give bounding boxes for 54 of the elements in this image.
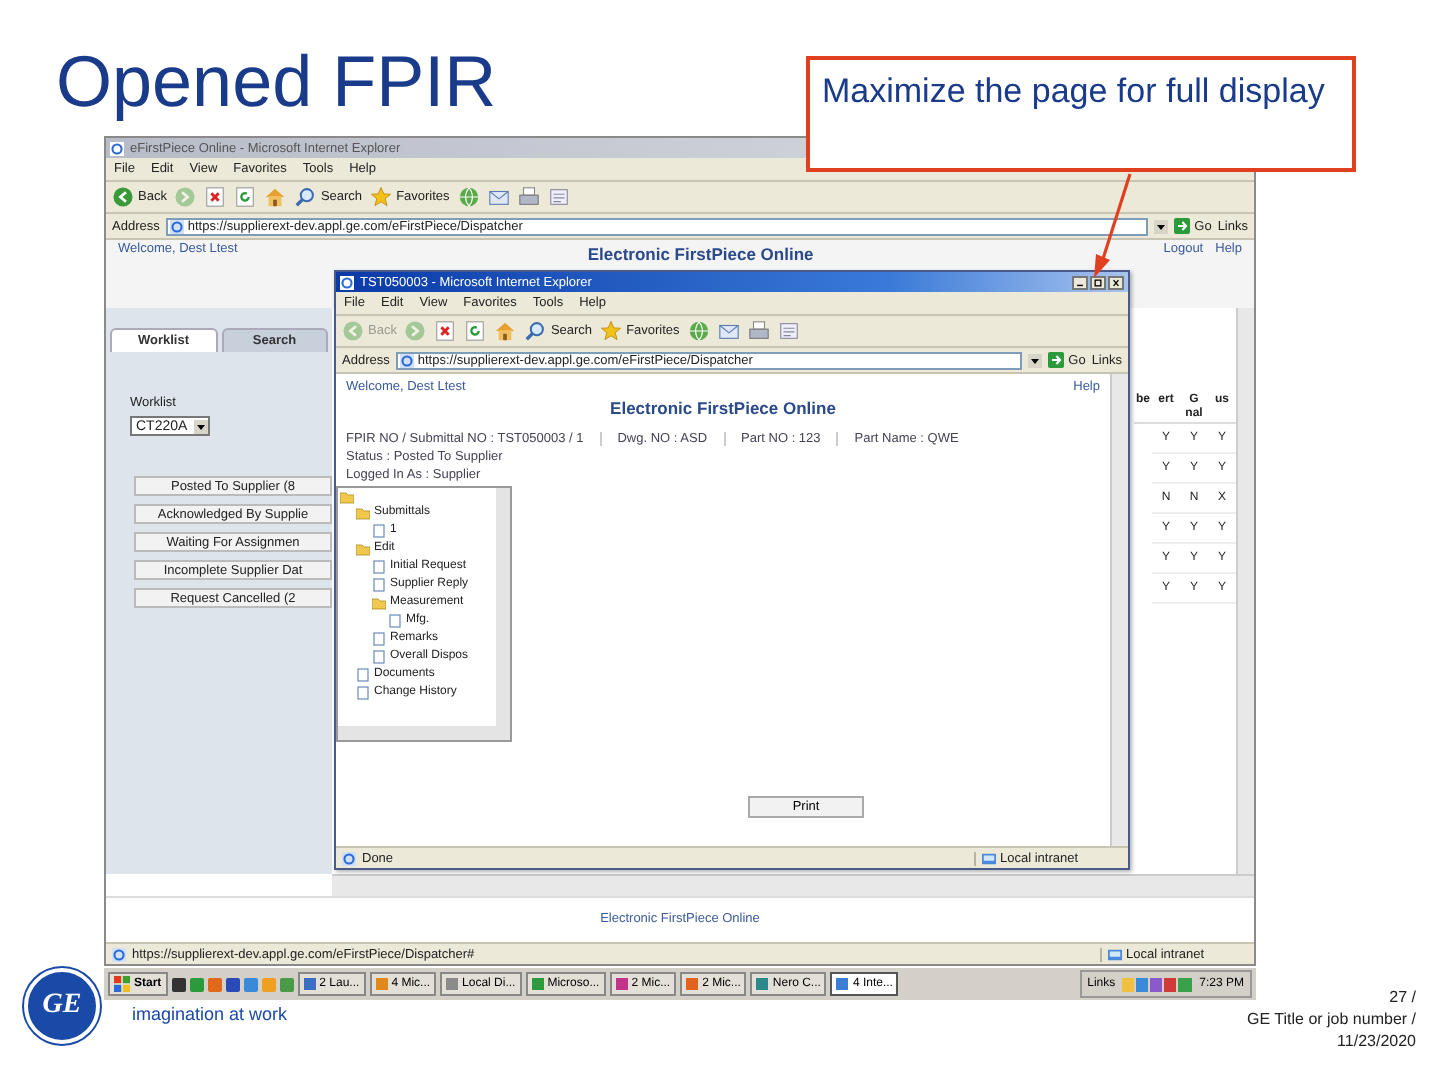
printer-icon[interactable] [747,320,770,342]
folder-icon [372,596,386,610]
page-icon [399,353,414,367]
scrollbar[interactable] [1110,374,1128,846]
search-icon [524,320,547,342]
refresh-icon[interactable] [234,186,257,208]
minimize-button[interactable] [1072,275,1088,289]
scrollbar[interactable] [332,874,1254,896]
page-icon [169,219,184,233]
callout-arrow [1094,173,1132,278]
page-heading: Electronic FirstPiece Online [585,242,816,263]
maximize-button[interactable] [1090,275,1106,289]
browser-icon [340,275,354,289]
envelope-icon[interactable] [487,186,510,208]
intranet-icon [982,851,996,865]
stop-icon[interactable] [204,186,227,208]
dropdown-arrow-icon [194,419,208,433]
slide-title: Opened FPIR [56,40,497,124]
windows-flag-icon [114,976,130,992]
globe-icon[interactable] [457,186,480,208]
footer-date: 11/23/2020 [1335,1030,1416,1052]
search-icon [294,186,317,208]
folder-icon [356,542,370,556]
footer-title: GE Title or job number / [1247,1008,1416,1030]
document-icon [372,524,386,538]
dropdown-arrow-icon[interactable] [1028,353,1043,367]
company-logo: GE [24,968,100,1044]
tagline: imagination at work [132,1004,288,1024]
refresh-icon[interactable] [464,320,487,342]
dropdown-arrow-icon[interactable] [1154,219,1169,233]
envelope-icon[interactable] [717,320,740,342]
star-icon [370,186,393,208]
go-arrow-icon [1174,218,1191,234]
home-icon[interactable] [264,186,287,208]
page-number: 27 / [1387,986,1416,1008]
intranet-icon [1108,947,1122,961]
close-button[interactable] [1108,275,1124,289]
scrollbar[interactable] [338,726,510,740]
tray-icons-drawing[interactable] [1121,977,1194,991]
home-icon[interactable] [494,320,517,342]
go-arrow-icon [1048,352,1065,368]
scrollbar[interactable] [496,488,510,726]
page-icon[interactable] [777,320,800,342]
page-icon [112,947,126,961]
page-icon[interactable] [547,186,570,208]
page-heading: Electronic FirstPiece Online [608,398,838,418]
page-icon [342,851,356,865]
globe-icon[interactable] [687,320,710,342]
callout-text: Maximize the page for full display [806,56,1356,172]
browser-icon [110,141,124,155]
stop-icon[interactable] [434,320,457,342]
printer-icon[interactable] [517,186,540,208]
scrollbar[interactable] [1236,308,1254,874]
star-icon [600,320,623,342]
